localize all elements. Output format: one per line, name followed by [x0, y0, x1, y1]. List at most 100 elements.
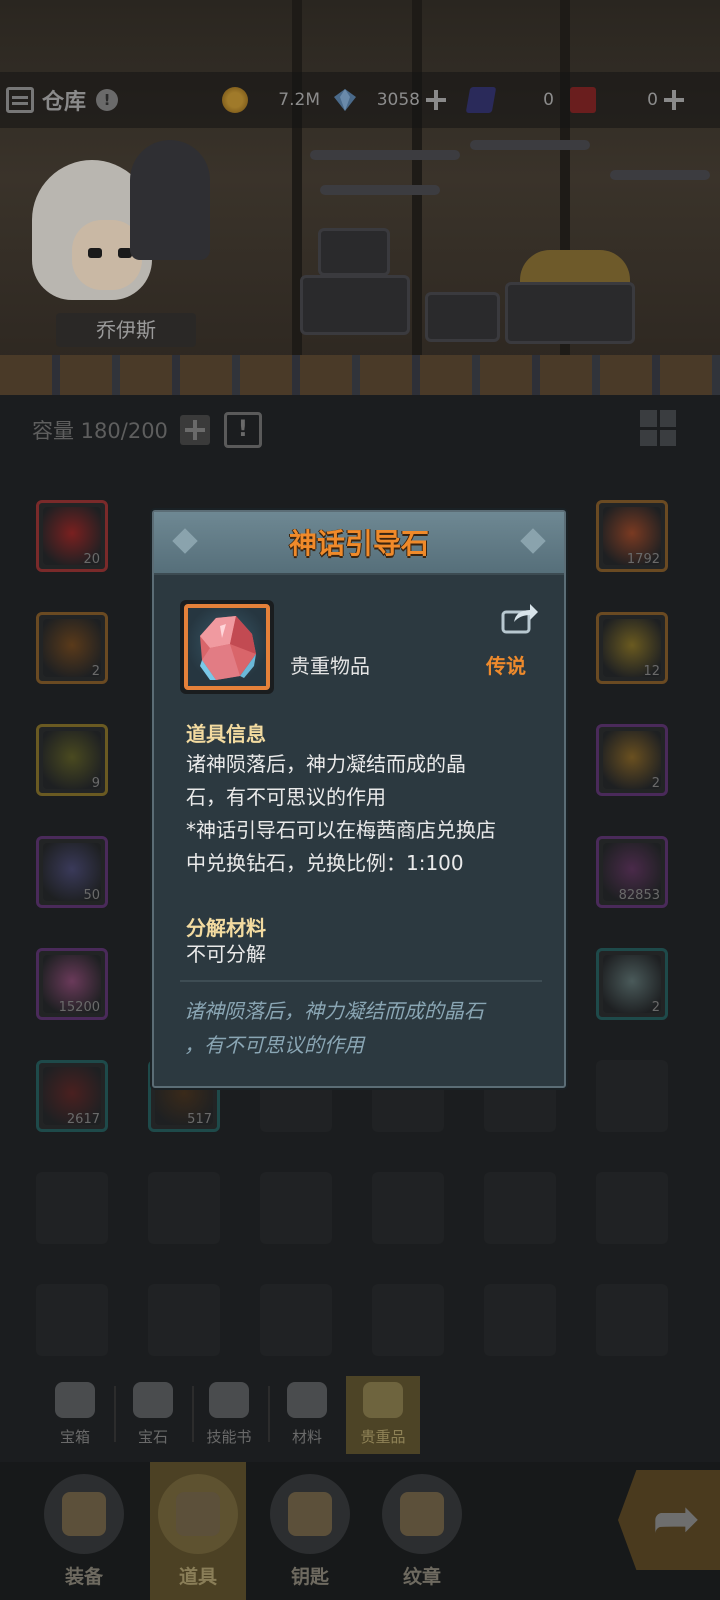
decompose-heading: 分解材料: [186, 916, 266, 940]
weapon-rack: [610, 170, 710, 180]
nav-button-label: 纹章: [402, 1566, 441, 1588]
inventory-slot[interactable]: 2: [596, 724, 668, 796]
dialog-divider: [180, 980, 542, 982]
items-icon: [176, 1492, 220, 1536]
nav-button[interactable]: 钥匙: [262, 1462, 358, 1600]
scene-beam: [412, 0, 422, 360]
decompose-text: 不可分解: [186, 942, 266, 966]
item-quantity: 517: [187, 1112, 212, 1127]
nav-button[interactable]: 装备: [36, 1462, 132, 1600]
forward-arrow-button[interactable]: [618, 1470, 720, 1570]
item-quantity: 50: [83, 888, 100, 903]
inventory-slot[interactable]: 50: [36, 836, 108, 908]
dialog-title: 神话引导石: [288, 527, 429, 560]
category-tab-label: 材料: [291, 1428, 322, 1446]
blue-ticket-amount: 0: [543, 90, 554, 110]
category-tabs: 宝箱 宝石 技能书 材料 贵重品: [0, 1370, 720, 1460]
item-info-line: 中兑换钻石，兑换比例：1:100: [186, 851, 464, 875]
item-info-line: 石，有不可思议的作用: [186, 785, 386, 809]
item-info-line: *神话引导石可以在梅茜商店兑换店: [186, 818, 496, 842]
share-icon[interactable]: [500, 600, 540, 636]
capacity-row: 容量 180/200 !: [32, 412, 262, 448]
scene-chest: [318, 228, 390, 276]
category-tab[interactable]: 宝石: [116, 1376, 190, 1454]
red-ticket-icon: [570, 87, 596, 113]
nav-button[interactable]: 纹章: [374, 1462, 470, 1600]
weapon-rack: [470, 140, 590, 150]
inventory-slot[interactable]: 9: [36, 724, 108, 796]
nav-button[interactable]: 道具: [150, 1462, 246, 1600]
item-quantity: 82853: [618, 888, 660, 903]
valuables-icon: [363, 1382, 403, 1418]
inventory-slot[interactable]: 2: [36, 612, 108, 684]
add-diamond-button[interactable]: [426, 90, 446, 110]
item-quantity: 15200: [58, 1000, 100, 1015]
material-icon: [287, 1382, 327, 1418]
empty-slot: [372, 1284, 444, 1356]
warehouse-icon: [6, 87, 34, 113]
warehouse-header: 仓库 !: [6, 84, 119, 116]
empty-slot: [148, 1284, 220, 1356]
empty-slot: [596, 1172, 668, 1244]
gold-coin-icon: [222, 87, 248, 113]
item-quantity: 2: [651, 776, 660, 791]
item-quantity: 20: [83, 552, 100, 567]
item-quantity: 1792: [626, 552, 660, 567]
equipment-icon: [62, 1492, 106, 1536]
sort-icon[interactable]: !: [223, 412, 262, 448]
item-icon-frame: [180, 600, 274, 694]
category-tab-label: 技能书: [206, 1428, 252, 1446]
empty-slot: [260, 1172, 332, 1244]
key-icon: [288, 1492, 332, 1536]
diamond-icon: [334, 89, 356, 111]
item-info-heading: 道具信息: [186, 722, 266, 746]
empty-slot: [36, 1284, 108, 1356]
empty-slot: [596, 1060, 668, 1132]
gem-icon: [133, 1382, 173, 1418]
capacity-label: 容量 180/200: [32, 419, 168, 443]
flavor-text: 诸神陨落后，神力凝结而成的晶石 ，有不可思议的作用: [184, 994, 544, 1062]
nav-button-label: 装备: [64, 1566, 103, 1588]
category-tab[interactable]: 材料: [270, 1376, 344, 1454]
nav-button-label: 钥匙: [290, 1566, 329, 1588]
chest-icon: [55, 1382, 95, 1418]
expand-capacity-button[interactable]: [179, 415, 210, 445]
category-tab[interactable]: 贵重品: [346, 1376, 420, 1454]
inventory-slot[interactable]: 20: [36, 500, 108, 572]
item-quantity: 2: [651, 1000, 660, 1015]
blue-ticket-currency: 0: [465, 86, 554, 114]
weapon-rack: [310, 150, 460, 160]
gold-amount: 7.2M: [278, 90, 320, 110]
inventory-slot[interactable]: 2: [596, 948, 668, 1020]
item-quantity: 2: [91, 664, 100, 679]
item-rarity-label: 传说: [486, 654, 526, 678]
inventory-slot[interactable]: 82853: [596, 836, 668, 908]
inventory-slot[interactable]: 12: [596, 612, 668, 684]
top-bar: 仓库 ! 7.2M 3058 0 0: [0, 72, 720, 128]
diamond-amount: 3058: [376, 90, 420, 110]
blue-ticket-icon: [465, 87, 497, 113]
flavor-line: 诸神陨落后，神力凝结而成的晶石: [184, 999, 484, 1023]
red-ticket-currency: 0: [570, 86, 684, 114]
inventory-slot[interactable]: 2617: [36, 1060, 108, 1132]
hero-name-label[interactable]: 乔伊斯: [56, 313, 196, 347]
category-tab[interactable]: 技能书: [192, 1376, 266, 1454]
shelf-strip: [0, 355, 720, 395]
inventory-slot[interactable]: 15200: [36, 948, 108, 1020]
empty-slot: [596, 1284, 668, 1356]
item-detail-dialog: 神话引导石 贵重物品 传说 道具信息 诸神陨落后，神力凝结而成的晶 石，有不可思…: [152, 510, 566, 1088]
grid-view-icon[interactable]: [640, 410, 676, 446]
page-title: 仓库: [42, 90, 87, 115]
crystal-icon: [200, 616, 256, 680]
empty-slot: [372, 1172, 444, 1244]
red-ticket-amount: 0: [647, 90, 658, 110]
category-tab-label: 宝石: [137, 1428, 168, 1446]
diamond-currency: 3058: [332, 86, 446, 114]
category-tab[interactable]: 宝箱: [38, 1376, 112, 1454]
book-icon: [209, 1382, 249, 1418]
info-icon[interactable]: !: [96, 89, 119, 111]
category-tab-label: 宝箱: [59, 1428, 90, 1446]
empty-slot: [260, 1284, 332, 1356]
add-ticket-button[interactable]: [664, 90, 684, 110]
inventory-slot[interactable]: 1792: [596, 500, 668, 572]
